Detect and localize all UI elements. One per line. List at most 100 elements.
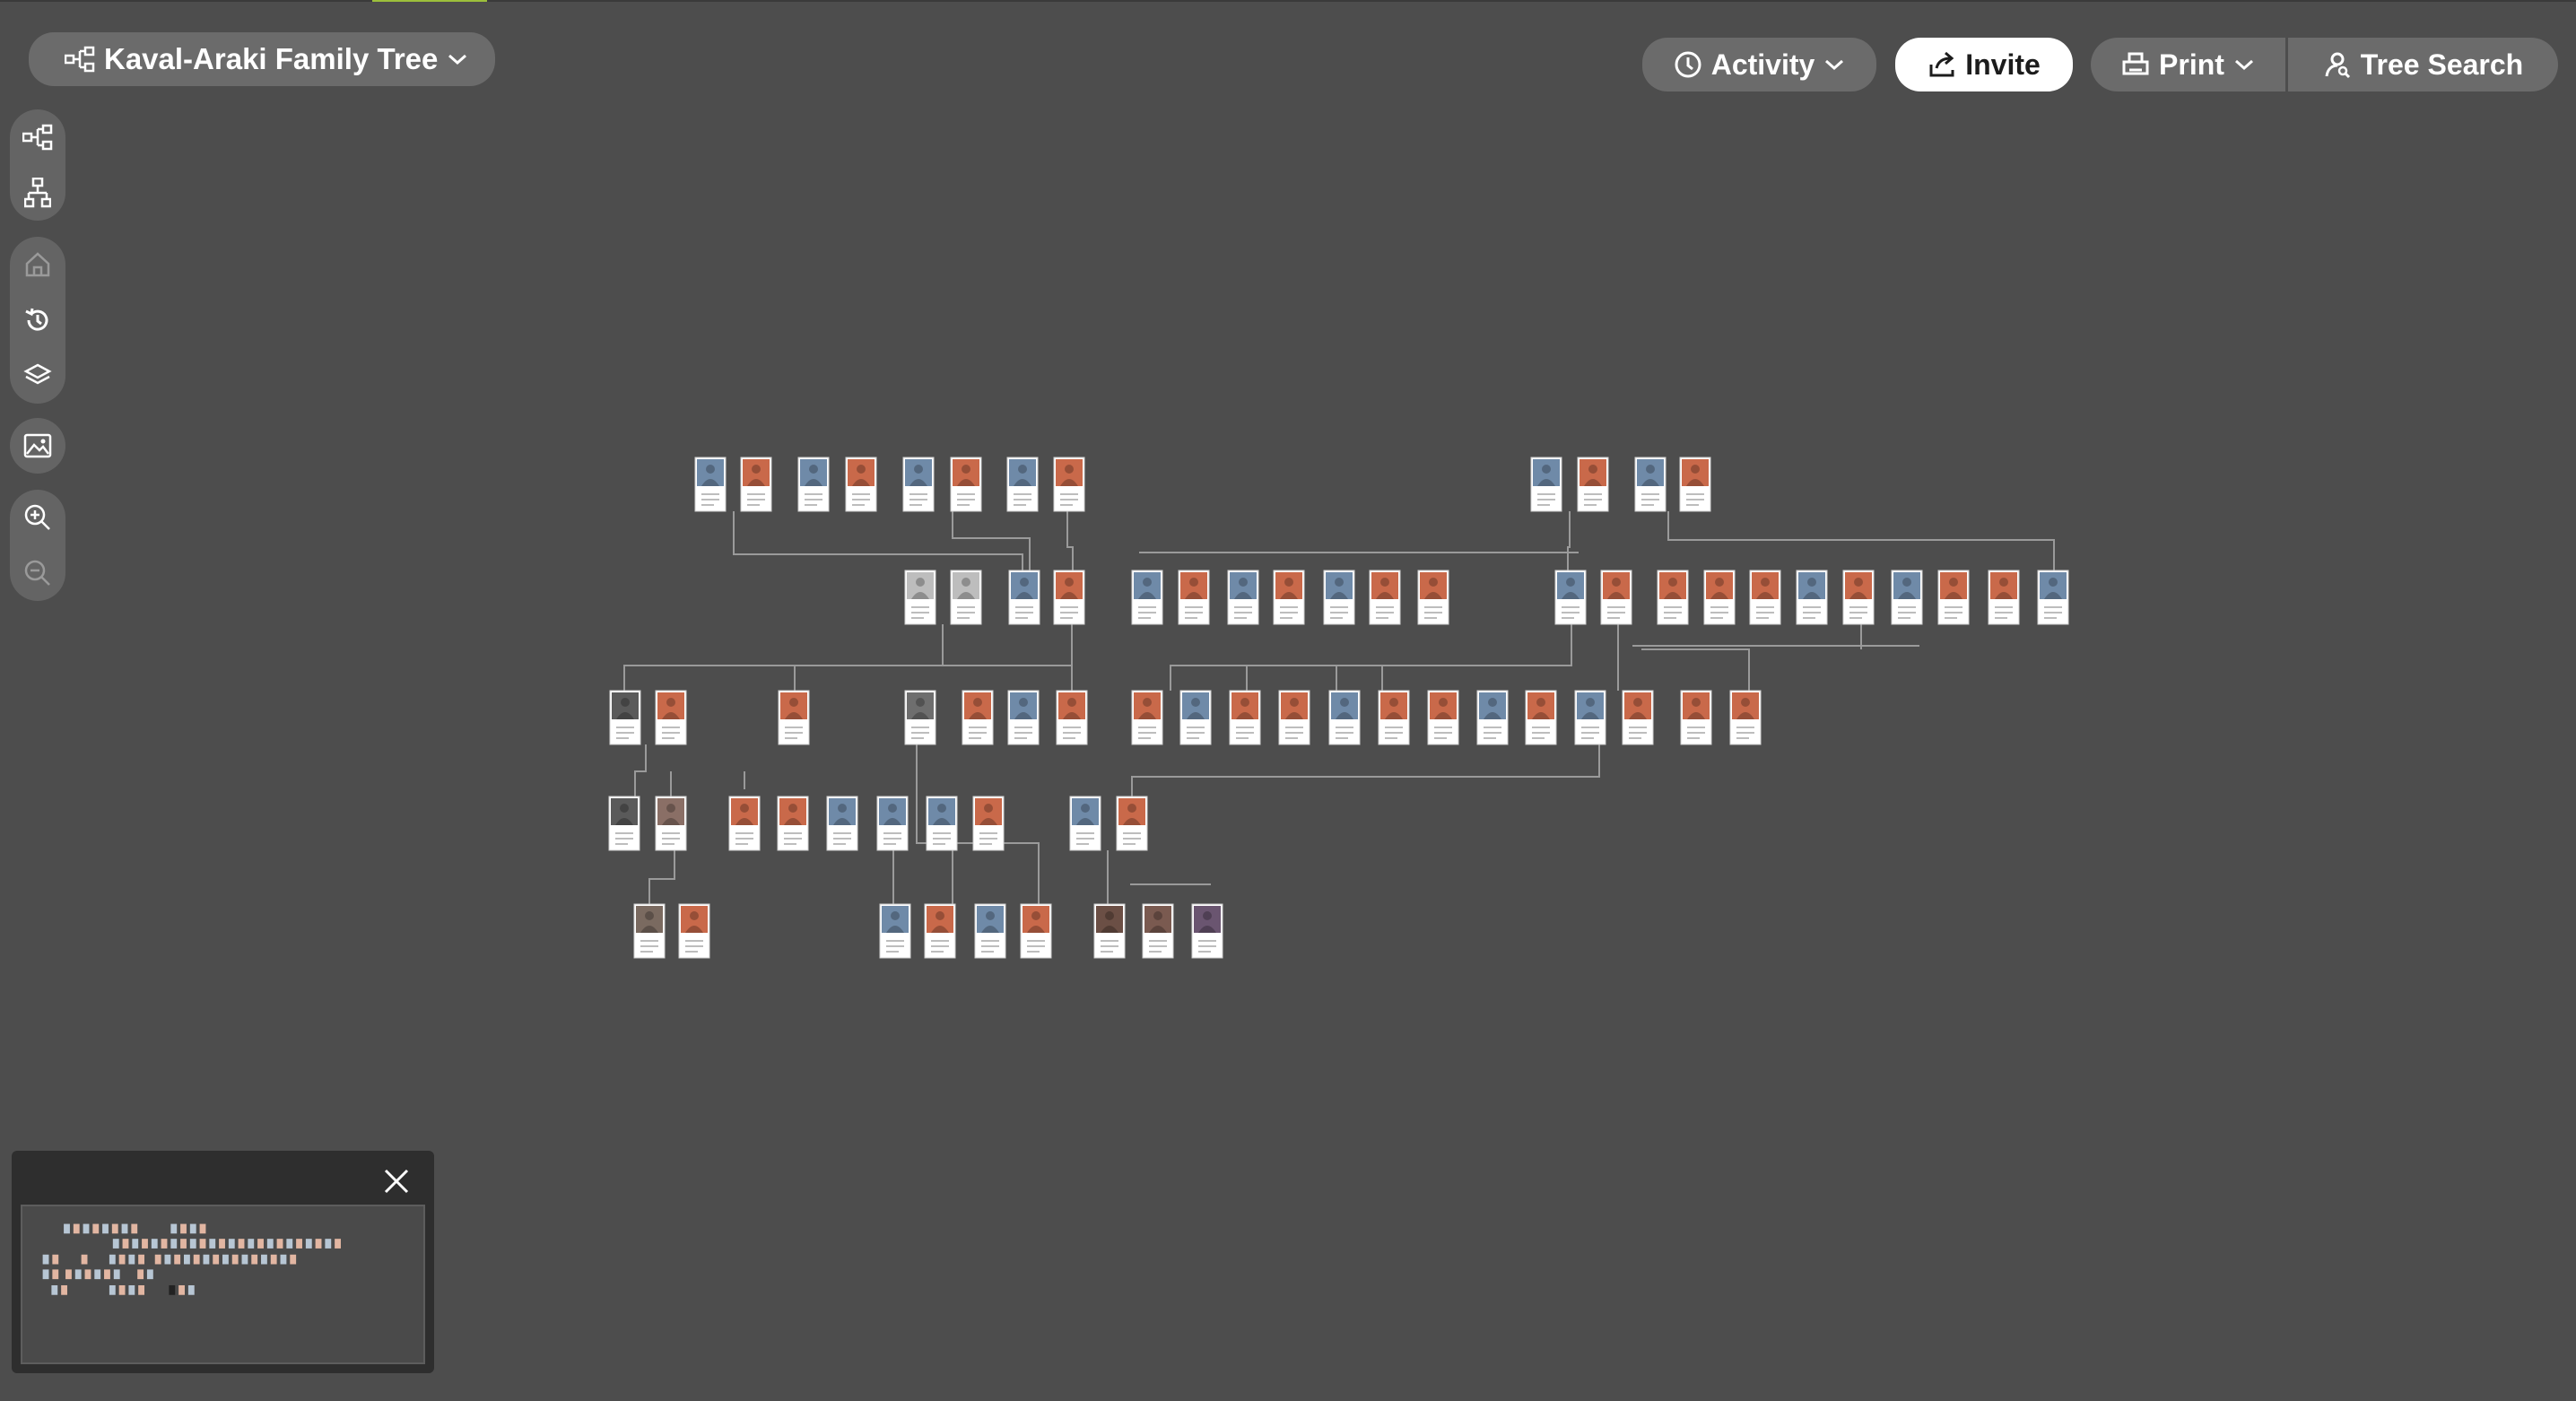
person-card[interactable]: [1179, 690, 1212, 745]
print-button[interactable]: Print: [2091, 38, 2288, 91]
home-icon: [25, 252, 50, 277]
minimap-person-block: [286, 1239, 293, 1249]
person-card[interactable]: [694, 457, 727, 512]
person-card[interactable]: [1328, 690, 1361, 745]
person-card[interactable]: [1525, 690, 1557, 745]
person-card[interactable]: [826, 796, 858, 851]
person-card[interactable]: [1622, 690, 1654, 745]
minimap-person-block: [81, 1254, 88, 1265]
person-card[interactable]: [1749, 570, 1781, 625]
person-card[interactable]: [609, 690, 641, 745]
person-card[interactable]: [962, 690, 994, 745]
person-card[interactable]: [1842, 570, 1875, 625]
person-card[interactable]: [1069, 796, 1101, 851]
person-card[interactable]: [1554, 570, 1587, 625]
printer-icon: [2122, 52, 2149, 75]
person-card[interactable]: [1937, 570, 1970, 625]
person-card[interactable]: [1378, 690, 1410, 745]
person-card[interactable]: [1142, 903, 1174, 959]
person-card[interactable]: [1530, 457, 1562, 512]
person-card[interactable]: [974, 903, 1006, 959]
zoom-in-button[interactable]: [10, 490, 65, 545]
person-card[interactable]: [1191, 903, 1223, 959]
person-card[interactable]: [797, 457, 830, 512]
person-card[interactable]: [778, 690, 810, 745]
person-card[interactable]: [1680, 690, 1712, 745]
person-card[interactable]: [633, 903, 666, 959]
person-card[interactable]: [777, 796, 809, 851]
person-card[interactable]: [1577, 457, 1609, 512]
person-card[interactable]: [1427, 690, 1459, 745]
person-card[interactable]: [950, 570, 982, 625]
person-card[interactable]: [876, 796, 909, 851]
pedigree-view-button[interactable]: [10, 109, 65, 165]
person-card[interactable]: [1093, 903, 1126, 959]
person-card[interactable]: [1796, 570, 1828, 625]
person-card[interactable]: [1053, 457, 1085, 512]
person-card[interactable]: [845, 457, 877, 512]
person-card[interactable]: [1600, 570, 1632, 625]
history-button[interactable]: [10, 292, 65, 348]
person-card[interactable]: [1056, 690, 1088, 745]
person-card[interactable]: [924, 903, 956, 959]
person-card[interactable]: [1007, 690, 1040, 745]
person-card[interactable]: [972, 796, 1005, 851]
person-card[interactable]: [1417, 570, 1449, 625]
person-card[interactable]: [904, 690, 936, 745]
home-button[interactable]: [10, 237, 65, 292]
person-card[interactable]: [1278, 690, 1310, 745]
person-card[interactable]: [1116, 796, 1148, 851]
person-card[interactable]: [1053, 570, 1085, 625]
minimap-overview[interactable]: [21, 1205, 425, 1364]
person-card[interactable]: [1679, 457, 1711, 512]
zoom-out-button[interactable]: [10, 545, 65, 601]
person-card[interactable]: [1008, 570, 1040, 625]
person-card[interactable]: [950, 457, 982, 512]
person-card[interactable]: [1988, 570, 2020, 625]
photo-button[interactable]: [10, 418, 65, 474]
person-card[interactable]: [879, 903, 911, 959]
person-card[interactable]: [2037, 570, 2069, 625]
person-card[interactable]: [1273, 570, 1305, 625]
person-card[interactable]: [678, 903, 710, 959]
person-card[interactable]: [904, 570, 936, 625]
minimap-person-block: [228, 1239, 235, 1249]
person-card[interactable]: [1323, 570, 1355, 625]
person-card[interactable]: [1476, 690, 1509, 745]
person-card[interactable]: [1178, 570, 1210, 625]
person-card[interactable]: [740, 457, 772, 512]
layers-button[interactable]: [10, 348, 65, 404]
person-card[interactable]: [1020, 903, 1052, 959]
person-card[interactable]: [1131, 570, 1163, 625]
person-card[interactable]: [1891, 570, 1923, 625]
person-card[interactable]: [1729, 690, 1762, 745]
person-card[interactable]: [608, 796, 640, 851]
person-card[interactable]: [1634, 457, 1667, 512]
person-card[interactable]: [926, 796, 958, 851]
minimap-person-block: [104, 1269, 110, 1280]
minimap-person-block: [276, 1239, 283, 1249]
person-card[interactable]: [1006, 457, 1039, 512]
person-card[interactable]: [655, 690, 687, 745]
person-card[interactable]: [1657, 570, 1689, 625]
person-card[interactable]: [1131, 690, 1163, 745]
person-card[interactable]: [902, 457, 935, 512]
minimap-person-block: [52, 1269, 59, 1280]
person-card[interactable]: [1227, 570, 1259, 625]
tree-search-button[interactable]: Tree Search: [2288, 38, 2558, 91]
person-card[interactable]: [728, 796, 761, 851]
descendant-view-button[interactable]: [10, 165, 65, 221]
person-card[interactable]: [1574, 690, 1606, 745]
close-icon[interactable]: [379, 1163, 414, 1199]
person-card[interactable]: [1369, 570, 1401, 625]
minimap-person-block: [146, 1269, 153, 1280]
person-card[interactable]: [655, 796, 687, 851]
tree-title-dropdown[interactable]: Kaval-Araki Family Tree: [29, 32, 496, 86]
minimap-person-block: [315, 1239, 322, 1249]
invite-button[interactable]: Invite: [1895, 38, 2073, 91]
minimap-person-block: [213, 1254, 220, 1265]
tree-connector-line: [648, 850, 675, 904]
activity-button[interactable]: Activity: [1642, 38, 1876, 91]
person-card[interactable]: [1229, 690, 1261, 745]
person-card[interactable]: [1703, 570, 1736, 625]
